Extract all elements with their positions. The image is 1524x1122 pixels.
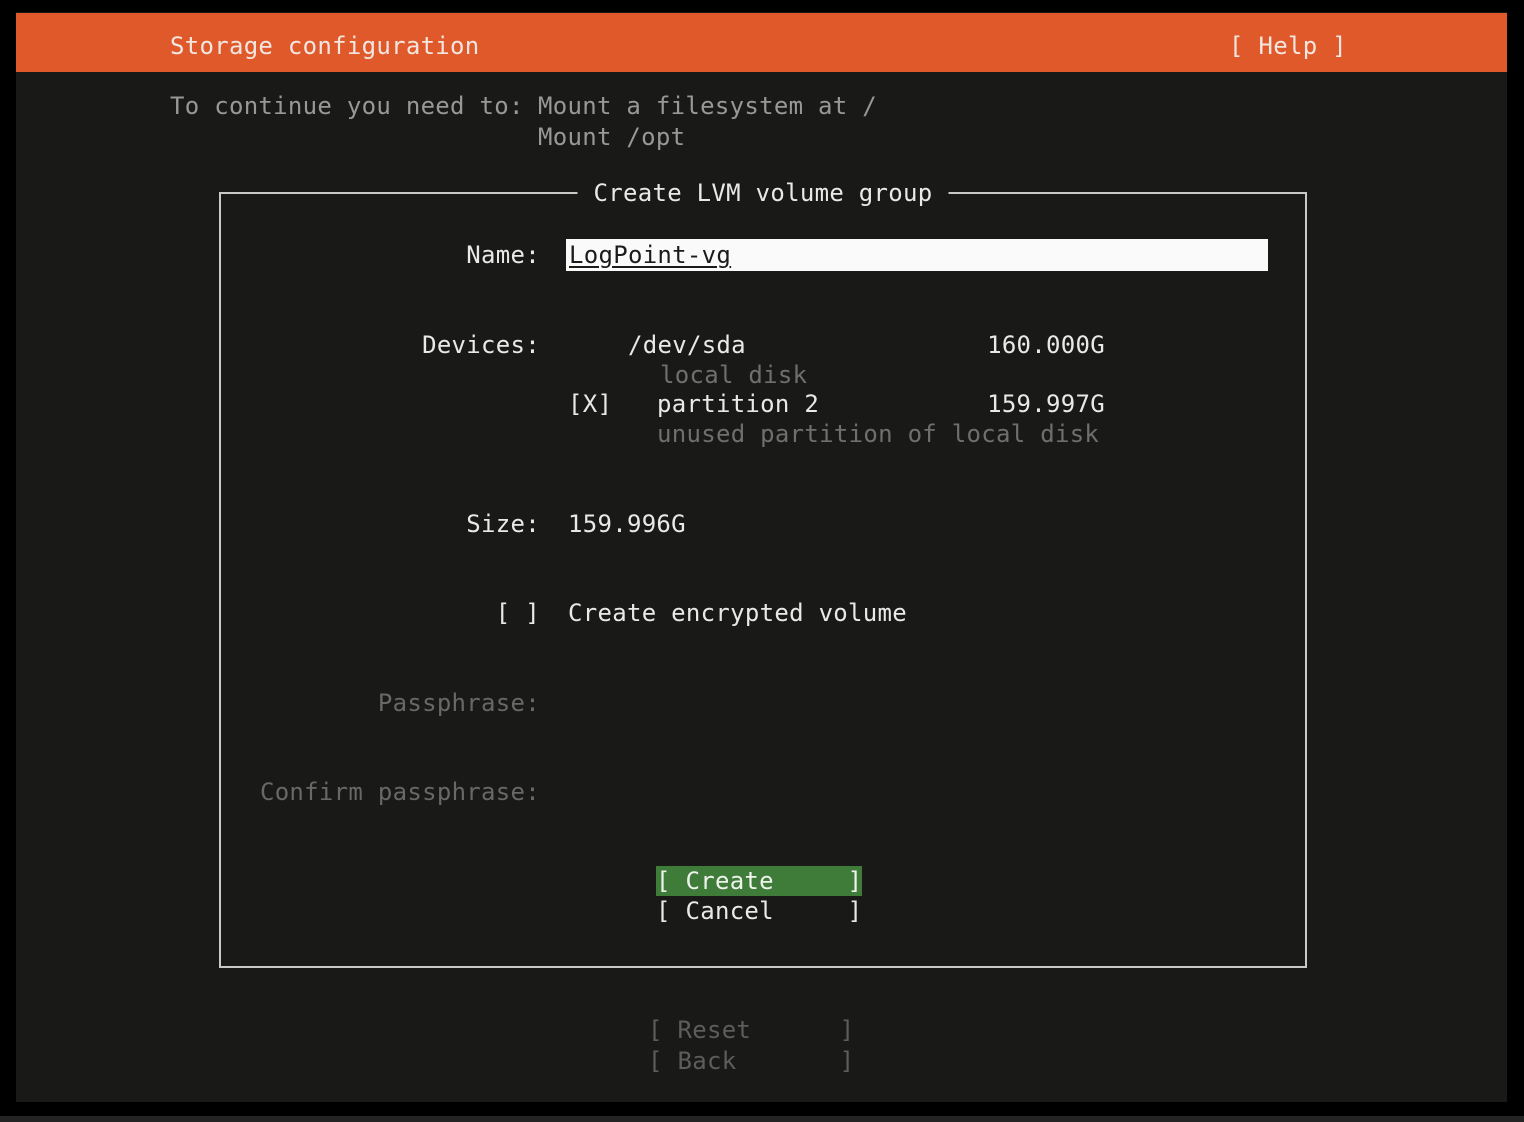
size-label: Size: <box>466 509 540 539</box>
devices-label: Devices: <box>422 330 540 360</box>
notice-prefix: To continue you need to: <box>170 91 524 121</box>
passphrase-label: Passphrase: <box>378 688 540 718</box>
page-title: Storage configuration <box>170 31 480 61</box>
partition-checkbox[interactable]: [X] <box>568 389 612 419</box>
right-frame-edge <box>1507 0 1524 1122</box>
notice-line-2: Mount /opt <box>538 122 685 152</box>
notice-line-1: Mount a filesystem at / <box>538 91 877 121</box>
bottom-window-edge <box>0 1116 1524 1122</box>
dialog-title: Create LVM volume group <box>577 178 948 208</box>
device-disk-desc: local disk <box>660 360 807 390</box>
device-disk-name: /dev/sda <box>628 330 746 360</box>
bottom-frame-edge <box>0 1102 1524 1116</box>
name-label: Name: <box>466 240 540 270</box>
encrypt-label[interactable]: Create encrypted volume <box>568 598 907 628</box>
encrypt-checkbox[interactable]: [ ] <box>496 598 540 628</box>
back-button[interactable]: [ Back ] <box>648 1046 854 1076</box>
device-disk-size: 160.000G <box>987 330 1105 360</box>
partition-name[interactable]: partition 2 <box>657 389 819 419</box>
create-button[interactable]: [ Create ] <box>656 866 862 896</box>
reset-button[interactable]: [ Reset ] <box>648 1015 854 1045</box>
installer-screen: Storage configuration [ Help ] To contin… <box>0 0 1524 1122</box>
title-bar: Storage configuration [ Help ] <box>16 13 1507 72</box>
partition-size: 159.997G <box>987 389 1105 419</box>
create-lvm-dialog: Create LVM volume group <box>219 192 1307 968</box>
size-value: 159.996G <box>568 509 686 539</box>
cancel-button[interactable]: [ Cancel ] <box>656 896 862 926</box>
left-frame-edge <box>0 0 16 1122</box>
help-button[interactable]: [ Help ] <box>1229 31 1347 61</box>
partition-desc: unused partition of local disk <box>657 419 1099 449</box>
name-input-value: LogPoint-vg <box>569 239 731 271</box>
confirm-passphrase-label: Confirm passphrase: <box>260 777 540 807</box>
name-input[interactable]: LogPoint-vg <box>566 239 1268 271</box>
